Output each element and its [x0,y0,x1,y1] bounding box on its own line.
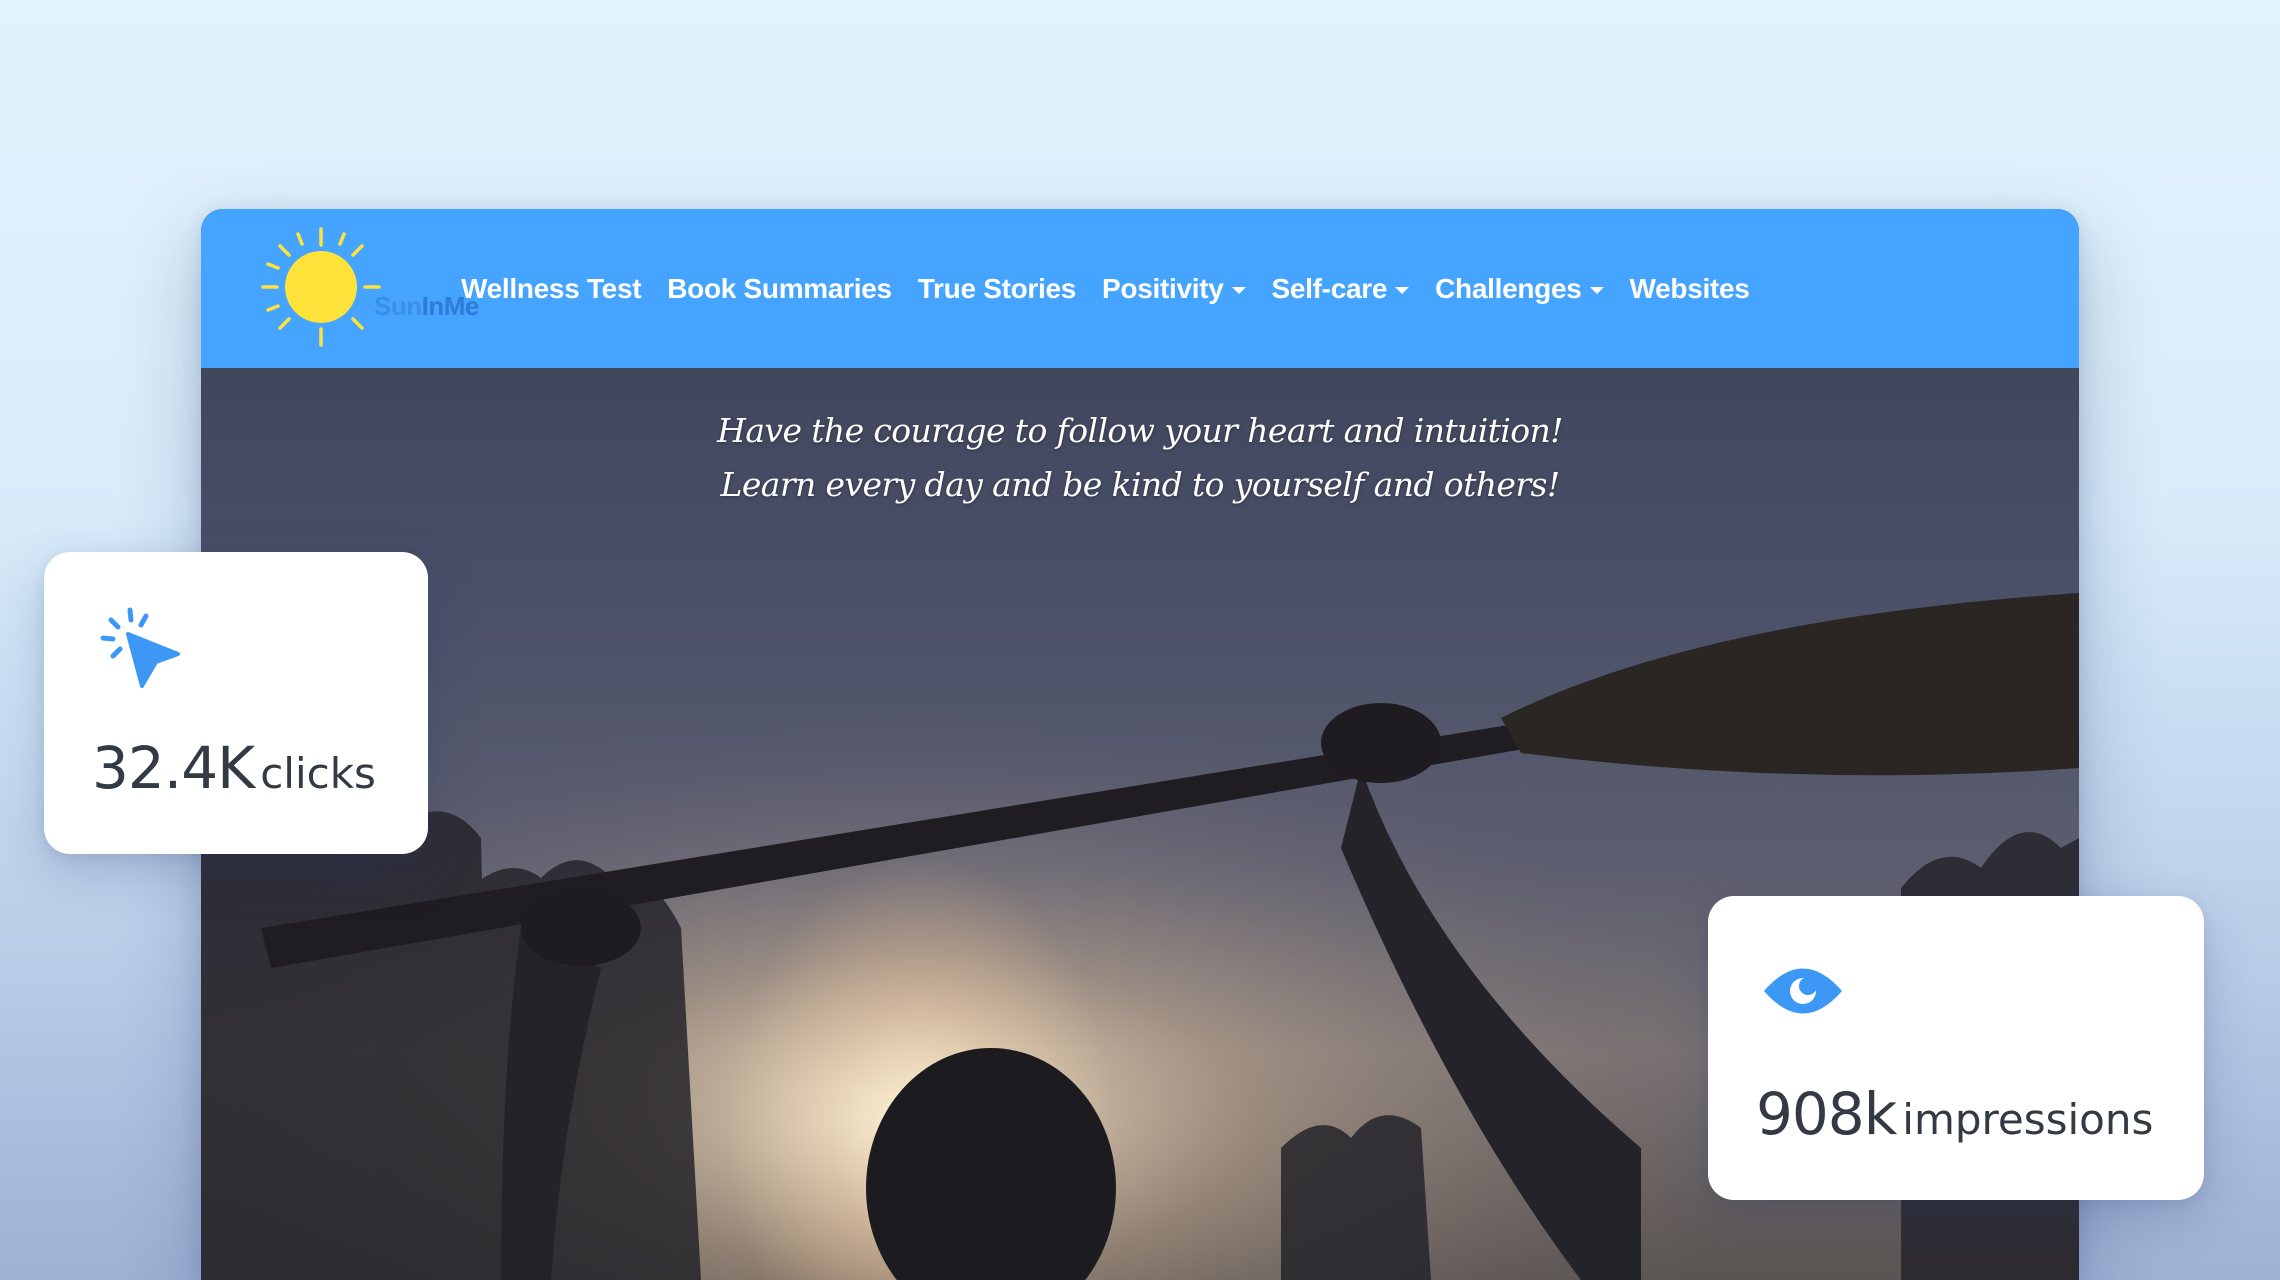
nav-challenges[interactable]: Challenges [1435,273,1604,305]
nav-book-summaries[interactable]: Book Summaries [667,273,892,305]
clicks-unit: clicks [260,749,376,798]
clicks-value: 32.4K [92,734,255,802]
nav-menu: Wellness Test Book Summaries True Storie… [461,259,1750,319]
nav-positivity[interactable]: Positivity [1102,273,1246,305]
cursor-click-icon [100,607,180,688]
background-frame: SunInMe Wellness Test Book Summaries Tru… [0,0,2280,1280]
quote-line-2: Learn every day and be kind to yourself … [720,465,1561,504]
caret-down-icon [1589,286,1604,294]
hero-quote: Have the courage to follow your heart an… [201,404,2079,512]
nav-self-care[interactable]: Self-care [1272,273,1410,305]
caret-down-icon [1231,286,1246,294]
nav-true-stories[interactable]: True Stories [918,273,1077,305]
quote-line-1: Have the courage to follow your heart an… [717,411,1563,450]
nav-wellness-test[interactable]: Wellness Test [461,273,642,305]
impressions-value: 908k [1756,1080,1897,1148]
eye-icon [1764,968,1842,1014]
sun-icon [261,227,381,347]
impressions-stat: 908k impressions [1756,1080,2153,1148]
impressions-stat-card: 908k impressions [1708,896,2204,1200]
clicks-stat: 32.4K clicks [92,734,376,802]
site-navbar: SunInMe Wellness Test Book Summaries Tru… [201,209,2079,368]
caret-down-icon [1395,286,1410,294]
impressions-unit: impressions [1902,1095,2154,1144]
nav-websites[interactable]: Websites [1630,273,1750,305]
clicks-stat-card: 32.4K clicks [44,552,428,854]
site-logo[interactable]: SunInMe [261,227,479,347]
